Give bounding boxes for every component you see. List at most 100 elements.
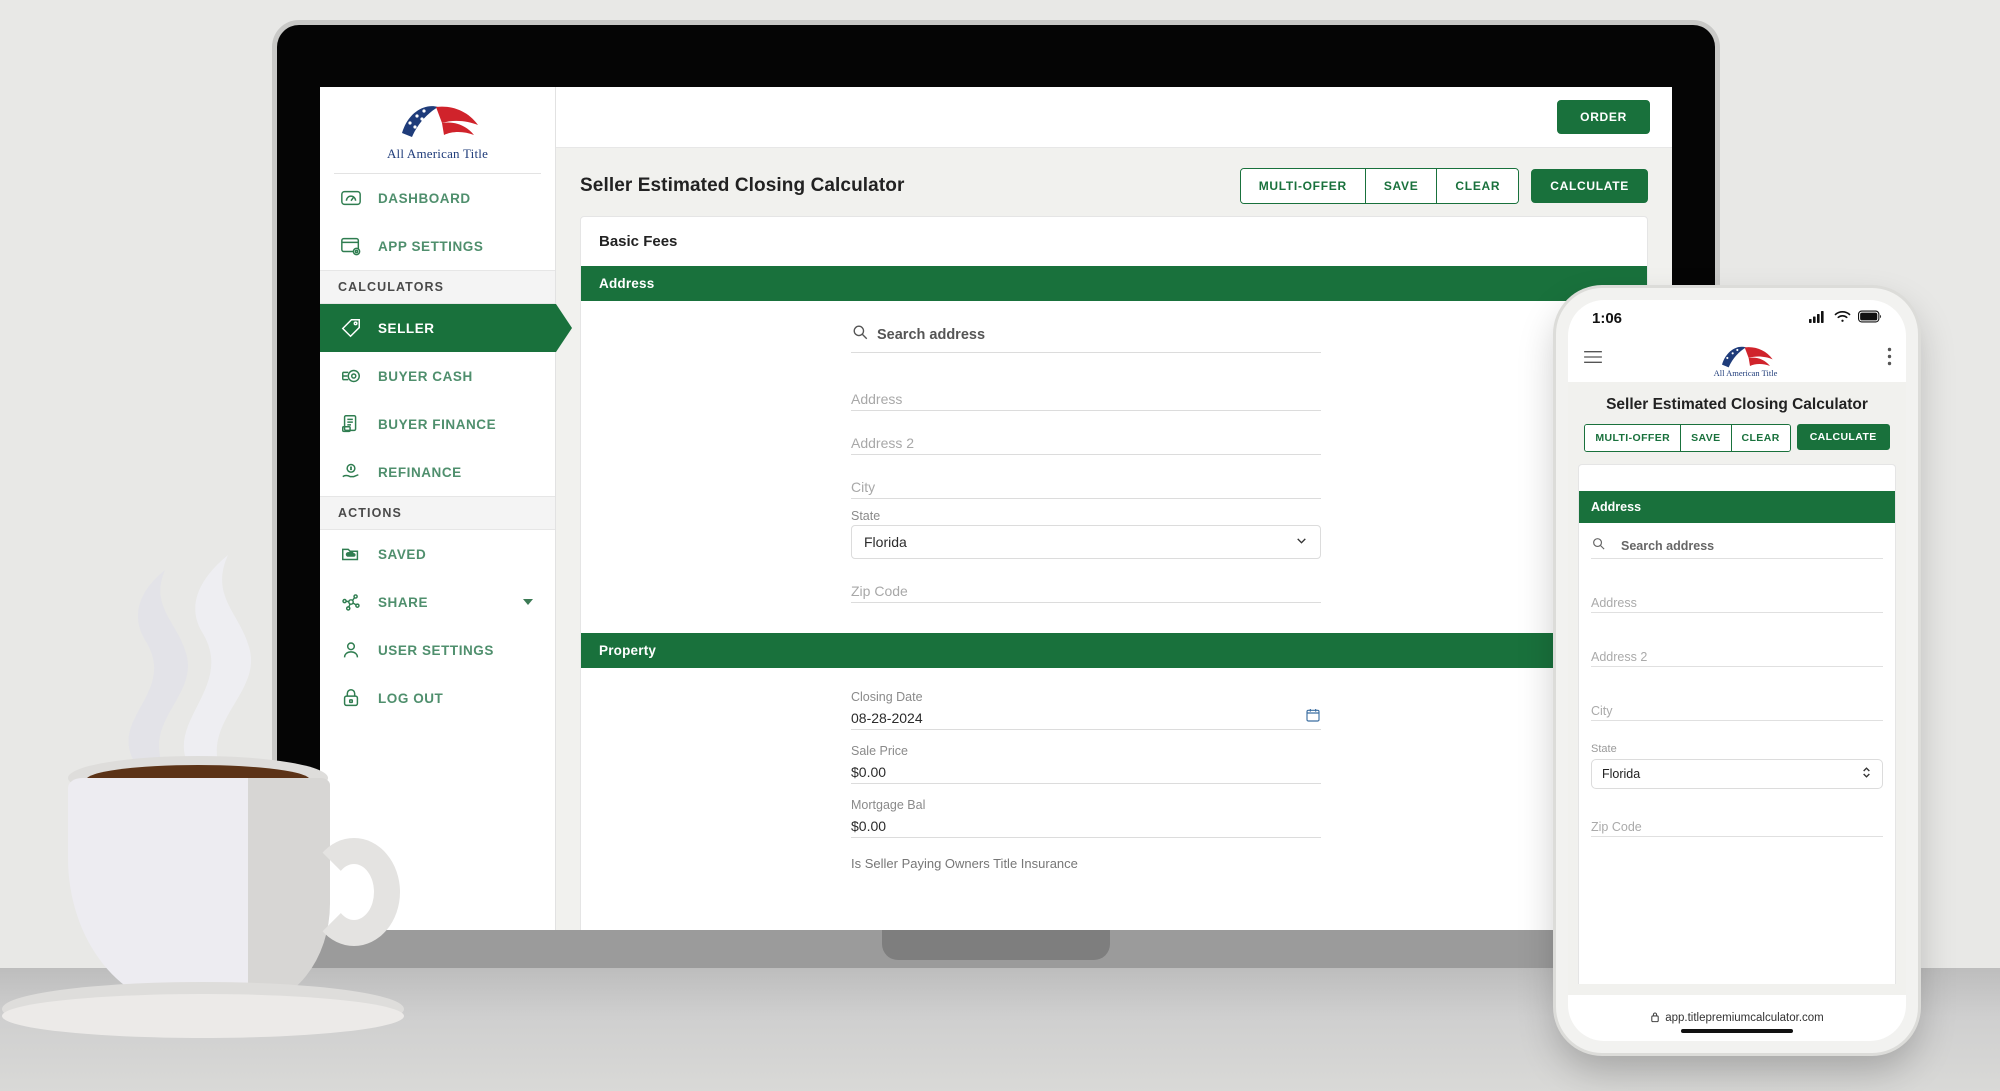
logo-mark	[401, 106, 478, 137]
state-label: State	[851, 509, 881, 523]
saucer-front	[2, 994, 404, 1038]
sale-price-value: $0.00	[851, 763, 887, 780]
sidebar-item-label: APP SETTINGS	[378, 238, 484, 254]
zip-code-field[interactable]: Zip Code	[851, 579, 1321, 603]
order-button[interactable]: ORDER	[1557, 100, 1650, 134]
address-field[interactable]: Address	[851, 387, 1321, 411]
phone-search-address-field[interactable]: Search address	[1591, 536, 1883, 559]
sidebar-logo: All American Title	[320, 87, 555, 173]
laptop-screen: All American Title DASHBOARD APP SETTING…	[320, 87, 1672, 962]
state-field[interactable]: State Florida	[851, 509, 1321, 559]
sidebar-section-calculators: CALCULATORS	[320, 270, 555, 304]
phone-calculate-button[interactable]: CALCULATE	[1796, 424, 1890, 450]
coins-icon	[338, 363, 364, 389]
page-title: Seller Estimated Closing Calculator	[580, 175, 905, 196]
calendar-icon[interactable]	[1305, 707, 1321, 728]
sidebar-item-buyer-cash[interactable]: BUYER CASH	[320, 352, 555, 400]
search-icon	[1591, 536, 1606, 556]
address2-placeholder: Address 2	[851, 434, 915, 451]
search-address-placeholder: Search address	[877, 326, 986, 343]
phone-city-field[interactable]: City	[1591, 701, 1883, 721]
phone-mockup: 1:06 All American Title Seller Estimated…	[1556, 288, 1918, 1053]
sidebar-item-seller[interactable]: SELLER	[320, 304, 572, 352]
phone-save-button[interactable]: SAVE	[1681, 425, 1732, 451]
phone-state-label: State	[1591, 743, 1617, 755]
search-icon	[851, 323, 869, 346]
lock-icon	[1650, 1011, 1660, 1026]
phone-screen: 1:06 All American Title Seller Estimated…	[1568, 300, 1906, 1041]
phone-status-bar: 1:06	[1568, 300, 1906, 336]
closing-date-field[interactable]: Closing Date 08-28-2024	[851, 690, 1321, 730]
phone-address2-field[interactable]: Address 2	[1591, 647, 1883, 667]
phone-address-placeholder: Address	[1591, 595, 1637, 610]
closing-date-value: 08-28-2024	[851, 709, 923, 726]
phone-address2-placeholder: Address 2	[1591, 649, 1648, 664]
phone-url-text: app.titlepremiumcalculator.com	[1665, 1012, 1824, 1024]
closing-date-label: Closing Date	[851, 690, 923, 704]
phone-multi-offer-button[interactable]: MULTI-OFFER	[1585, 425, 1682, 451]
hand-money-icon	[338, 459, 364, 485]
page-actions: MULTI-OFFER SAVE CLEAR CALCULATE	[1239, 168, 1648, 204]
price-tag-icon	[338, 315, 364, 341]
logo-wordmark: All American Title	[386, 146, 489, 161]
sidebar-item-label: SELLER	[378, 320, 435, 336]
phone-clear-button[interactable]: CLEAR	[1731, 425, 1790, 451]
search-address-field[interactable]: Search address	[851, 323, 1321, 353]
property-section-body: Closing Date 08-28-2024 Sale Price $0.00…	[581, 668, 1647, 881]
phone-section-header-address: Address	[1579, 491, 1895, 523]
window-gear-icon	[338, 233, 364, 259]
sidebar-item-buyer-finance[interactable]: BUYER FINANCE	[320, 400, 555, 448]
sidebar-item-dashboard[interactable]: DASHBOARD	[320, 174, 555, 222]
save-button[interactable]: SAVE	[1365, 169, 1438, 203]
section-header-property: Property	[581, 633, 1647, 668]
clear-button[interactable]: CLEAR	[1437, 169, 1519, 203]
city-placeholder: City	[851, 478, 876, 495]
sidebar-item-label: BUYER CASH	[378, 368, 473, 384]
phone-zip-code-field[interactable]: Zip Code	[1591, 817, 1883, 837]
multi-offer-button[interactable]: MULTI-OFFER	[1240, 169, 1366, 203]
sidebar-item-refinance[interactable]: REFINANCE	[320, 448, 555, 496]
phone-card: Address Search address Address Address 2…	[1578, 464, 1896, 984]
phone-app-bar: All American Title	[1568, 336, 1906, 382]
phone-url-bar[interactable]: app.titlepremiumcalculator.com	[1568, 995, 1906, 1041]
sidebar-item-label: DASHBOARD	[378, 190, 471, 206]
scene-background: All American Title DASHBOARD APP SETTING…	[0, 0, 2000, 1091]
sidebar-item-label: BUYER FINANCE	[378, 416, 497, 432]
web-app: All American Title DASHBOARD APP SETTING…	[320, 87, 1672, 962]
phone-home-indicator	[1681, 1029, 1793, 1033]
hamburger-menu-icon[interactable]	[1582, 349, 1604, 370]
sale-price-field[interactable]: Sale Price $0.00	[851, 744, 1321, 784]
address2-field[interactable]: Address 2	[851, 431, 1321, 455]
chevron-down-icon[interactable]	[523, 599, 533, 605]
sidebar-item-label: REFINANCE	[378, 464, 462, 480]
battery-icon	[1858, 310, 1882, 327]
phone-actions: MULTI-OFFER SAVE CLEAR CALCULATE	[1568, 424, 1906, 464]
mortgage-balance-label: Mortgage Bal	[851, 798, 926, 812]
top-bar: ORDER	[556, 87, 1672, 148]
sidebar-item-app-settings[interactable]: APP SETTINGS	[320, 222, 555, 270]
calculate-button[interactable]: CALCULATE	[1531, 169, 1648, 203]
phone-state-field[interactable]: State Florida	[1591, 743, 1883, 789]
kebab-menu-icon[interactable]	[1887, 347, 1892, 371]
address-placeholder: Address	[851, 390, 903, 407]
state-select[interactable]: Florida	[851, 525, 1321, 559]
address-section-body: Search address Address Address 2 City St…	[581, 301, 1647, 633]
section-header-address: Address	[581, 266, 1647, 301]
phone-state-value: Florida	[1602, 767, 1641, 781]
chevron-down-icon	[1295, 534, 1308, 550]
coffee-cup-illustration	[0, 520, 510, 1091]
chevron-updown-icon	[1861, 766, 1872, 782]
cup-handle	[308, 838, 400, 946]
phone-logo: All American Title	[1710, 342, 1782, 378]
phone-zip-code-placeholder: Zip Code	[1591, 819, 1642, 834]
phone-search-address-placeholder: Search address	[1621, 538, 1715, 553]
state-value: Florida	[864, 534, 907, 550]
phone-state-select[interactable]: Florida	[1591, 759, 1883, 789]
action-button-group: MULTI-OFFER SAVE CLEAR	[1239, 168, 1520, 204]
mortgage-balance-field[interactable]: Mortgage Bal $0.00	[851, 798, 1321, 838]
all-american-title-logo: All American Title	[384, 99, 492, 161]
city-field[interactable]: City	[851, 475, 1321, 499]
wifi-icon	[1834, 310, 1851, 327]
owners-title-insurance-question: Is Seller Paying Owners Title Insurance	[851, 856, 1078, 871]
phone-address-field[interactable]: Address	[1591, 593, 1883, 613]
